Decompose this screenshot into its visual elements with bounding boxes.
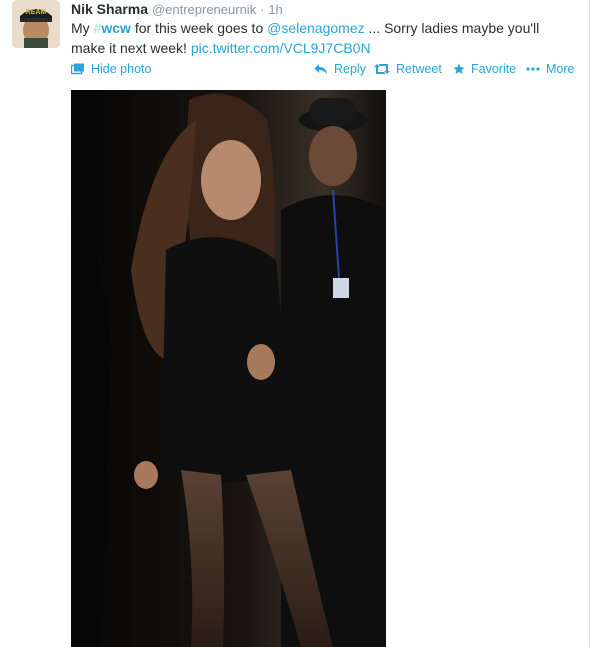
user-fullname[interactable]: Nik Sharma bbox=[71, 1, 148, 17]
photo-image bbox=[71, 90, 386, 647]
tweet: REAM Nik Sharma @entrepreneurnik · 1h My… bbox=[0, 0, 592, 647]
more-label: More bbox=[546, 62, 575, 76]
reply-label: Reply bbox=[334, 62, 366, 76]
favorite-button[interactable]: Favorite bbox=[453, 59, 516, 79]
tweet-timestamp[interactable]: 1h bbox=[268, 2, 282, 17]
reply-button[interactable]: Reply bbox=[314, 59, 366, 79]
retweet-label: Retweet bbox=[396, 62, 442, 76]
tweet-text: My #wcw for this week goes to @selenagom… bbox=[71, 18, 571, 58]
hashtag-text: wcw bbox=[101, 20, 131, 36]
hide-photo-button[interactable]: Hide photo bbox=[71, 59, 151, 79]
user-username[interactable]: @entrepreneurnik bbox=[152, 2, 256, 17]
more-dots-icon bbox=[526, 63, 540, 75]
hashtag-link[interactable]: #wcw bbox=[94, 20, 131, 36]
retweet-button[interactable]: Retweet bbox=[374, 59, 442, 79]
avatar[interactable]: REAM bbox=[12, 0, 60, 48]
photo-icon bbox=[71, 63, 85, 75]
tweet-actions: Hide photo Reply Retweet Favorite More bbox=[71, 59, 581, 79]
star-icon bbox=[453, 63, 465, 75]
media-link[interactable]: pic.twitter.com/VCL9J7CB0N bbox=[191, 40, 371, 56]
tweet-text-middle: for this week goes to bbox=[130, 20, 268, 36]
avatar-cap-text: REAM bbox=[26, 9, 47, 16]
tweet-header: Nik Sharma @entrepreneurnik · 1h bbox=[71, 0, 283, 18]
retweet-icon bbox=[374, 63, 390, 75]
hide-photo-label: Hide photo bbox=[91, 62, 152, 76]
mention-link[interactable]: @selenagomez bbox=[267, 20, 365, 36]
favorite-label: Favorite bbox=[471, 62, 517, 76]
time-separator: · bbox=[260, 2, 265, 17]
tweet-photo[interactable] bbox=[71, 90, 386, 647]
reply-icon bbox=[314, 63, 328, 75]
timeline-border bbox=[589, 0, 590, 647]
tweet-text-prefix: My bbox=[71, 20, 94, 36]
more-button[interactable]: More bbox=[526, 59, 574, 79]
avatar-image: REAM bbox=[12, 0, 60, 48]
